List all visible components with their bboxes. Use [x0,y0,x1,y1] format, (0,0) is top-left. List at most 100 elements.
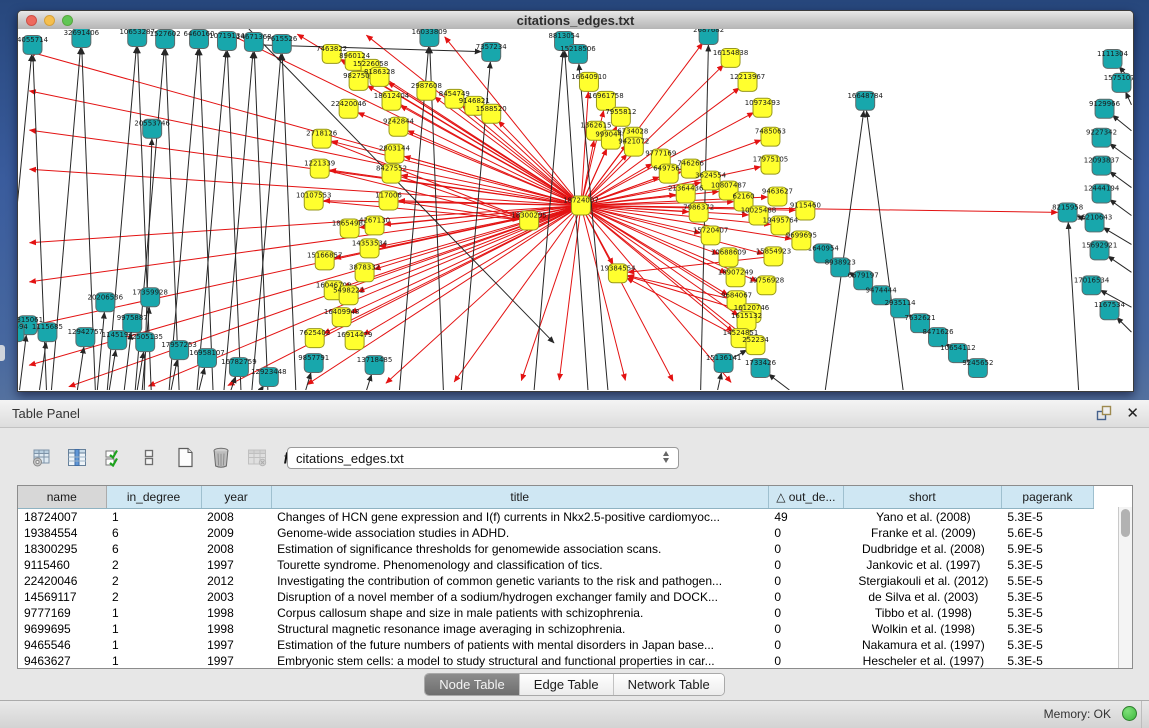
graph-node-label: 7485063 [755,128,786,136]
table-row[interactable]: 2242004622012Investigating the contribut… [18,573,1094,589]
graph-node-label: 8471626 [922,328,953,336]
tab-edge-table[interactable]: Edge Table [520,674,614,695]
graph-node-label: 14353534 [352,239,388,247]
table-row[interactable]: 1830029562008Estimation of significance … [18,541,1094,557]
graph-node-label: 6734028 [617,128,648,136]
table-row[interactable]: 1872400712008Changes of HCN gene express… [18,509,1094,526]
graph-node-label: 2803144 [379,145,411,153]
table-row[interactable]: 1938455462009Genome-wide association stu… [18,525,1094,541]
graph-edge [768,374,789,390]
network-canvas-container[interactable]: 4055714326914061065328715276026460160107… [18,29,1133,390]
table-cell: 2009 [201,525,271,541]
table-cell: 1 [106,637,201,653]
graph-node-label: 1527602 [150,30,181,38]
graph-node-label: 15166857 [307,251,342,259]
table-cell: 18724007 [18,509,106,526]
table-cell: 2008 [201,541,271,557]
table-cell: 0 [768,573,843,589]
table-row[interactable]: 969969511998Structural magnetic resonanc… [18,621,1094,637]
graph-edge [306,373,311,390]
table-cell: Estimation of the future numbers of pati… [271,637,768,653]
graph-node-label: 1588520 [476,105,507,113]
table-cell: 0 [768,525,843,541]
column-header-name[interactable]: name [18,486,106,509]
status-bar-separator [1141,701,1149,728]
graph-edge [249,29,554,343]
table-scrollbar[interactable] [1118,507,1132,668]
graph-node-label: 16782759 [221,358,256,366]
show-columns-icon[interactable] [66,445,88,469]
graph-node-label: 7955812 [605,108,636,116]
column-header-out_de[interactable]: △ out_de... [768,486,843,509]
import-table-icon [246,445,268,469]
table-scrollbar-thumb[interactable] [1121,509,1130,537]
graph-node-label: 9245652 [962,359,993,367]
table-row[interactable]: 977716911998Corpus callosum shape and si… [18,605,1094,621]
table-cell: Nakamura et al. (1997) [843,637,1001,653]
table-cell: Structural magnetic resonance image aver… [271,621,768,637]
table-row[interactable]: 1456911722003Disruption of a novel membe… [18,589,1094,605]
graph-node-label: 5498222 [333,286,364,294]
graph-edge [718,373,722,390]
column-header-short[interactable]: short [843,486,1001,509]
tab-network-table[interactable]: Network Table [614,674,724,695]
graph-node-label: 7357234 [476,43,508,51]
graph-node-label: 2935114 [885,299,917,307]
memory-status-indicator[interactable] [1122,706,1137,721]
graph-node-label: 12093837 [1084,157,1119,165]
graph-node-label: 7986372 [683,204,714,212]
status-bar: Memory: OK [0,700,1149,728]
graph-node-label: 10688609 [711,248,746,256]
column-header-pagerank[interactable]: pagerank [1001,486,1093,509]
table-cell: 5.9E-5 [1001,541,1093,557]
table-cell: 19384554 [18,525,106,541]
graph-node-label: 3624554 [695,172,727,180]
cell-view-icon[interactable] [138,445,160,469]
column-header-in_degree[interactable]: in_degree [106,486,201,509]
graph-node-label: 19384554 [600,264,636,272]
new-column-icon[interactable] [174,445,196,469]
table-cell: 2 [106,589,201,605]
table-selector-value: citations_edges.txt [296,451,404,466]
table-cell: 14569117 [18,589,106,605]
close-panel-icon[interactable]: ✕ [1126,406,1139,421]
graph-edge [1068,222,1078,390]
graph-node-label: 9227342 [1086,129,1117,137]
table-selector-dropdown[interactable]: citations_edges.txt [287,447,679,469]
graph-node-label: 10025488 [741,206,776,214]
column-header-title[interactable]: title [271,486,768,509]
graph-node-label: 19756928 [749,276,784,284]
column-header-year[interactable]: year [201,486,271,509]
network-window: citations_edges.txt 40557143269140610653… [17,10,1134,392]
graph-node-label: 9857791 [298,354,329,362]
table-row[interactable]: 946554611997Estimation of the future num… [18,637,1094,653]
table-cell: 49 [768,509,843,526]
graph-node-label: 18300295 [511,211,546,219]
float-panel-icon[interactable] [1096,405,1112,421]
graph-node-label: 12505135 [127,333,162,341]
graph-node-label: 1615132 [731,312,762,320]
table-cell: 6 [106,525,201,541]
graph-node-label: 17359928 [132,288,167,296]
graph-node-label: 18907249 [718,268,753,276]
select-columns-icon[interactable] [102,445,124,469]
table-cell: 2012 [201,573,271,589]
network-canvas: 4055714326914061065328715276026460160107… [18,29,1133,390]
graph-node-label: 9975887 [117,314,148,322]
network-window-titlebar[interactable]: citations_edges.txt [18,11,1133,30]
graph-node-label: 1640954 [808,244,840,252]
tab-node-table[interactable]: Node Table [425,674,520,695]
graph-node-label: 15136141 [706,354,741,362]
delete-column-icon[interactable] [210,445,232,469]
table-row[interactable]: 911546021997Tourette syndrome. Phenomeno… [18,557,1094,573]
graph-edge [1108,256,1132,272]
left-panel-grip[interactable] [0,345,5,361]
table-mode-icon[interactable] [30,445,52,469]
table-row[interactable]: 946362711997Embryonic stem cells: a mode… [18,653,1094,669]
graph-node-label: 17016534 [1074,276,1110,284]
graph-edge [228,206,581,386]
graph-node-label: 15226058 [353,60,388,68]
table-cell: Franke et al. (2009) [843,525,1001,541]
table-cell: Embryonic stem cells: a model to study s… [271,653,768,669]
table-cell: 0 [768,557,843,573]
